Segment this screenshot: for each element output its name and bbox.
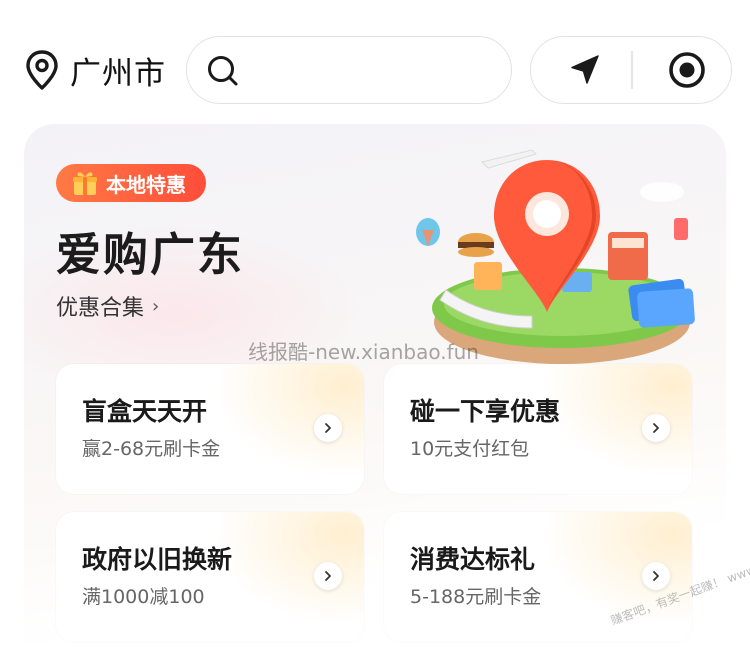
chevron-right-icon[interactable] [314,414,342,442]
card-trade-in[interactable]: 政府以旧换新 满1000减100 [56,512,364,642]
card-subtitle: 赢2-68元刷卡金 [82,438,221,460]
subtitle-label: 优惠合集 [56,296,145,321]
deals-collection-link[interactable]: 优惠合集 › [56,290,159,322]
card-subtitle: 满1000减100 [82,586,205,608]
pill-divider [631,51,633,89]
card-subtitle: 10元支付红包 [410,438,530,460]
watermark-text: 线报酷-new.xianbao.fun [248,340,479,364]
city-label: 广州市 [70,55,166,92]
navigation-arrow-icon [571,55,599,84]
card-subtitle: 5-188元刷卡金 [410,586,542,608]
target-icon [669,52,705,88]
map-pin-icon [26,50,58,90]
chevron-right-icon[interactable] [314,562,342,590]
search-bar[interactable] [186,36,512,104]
action-pill [530,36,732,104]
search-input[interactable] [249,51,489,91]
card-title: 盲盒天天开 [82,397,208,426]
search-icon [208,56,238,86]
target-button[interactable] [647,37,727,103]
promo-panel: 本地特惠 爱购广东 优惠合集 › 线报酷-new.xianbao.fun 盲盒天… [24,124,726,660]
card-spend-reward[interactable]: 消费达标礼 5-188元刷卡金 [384,512,692,642]
gift-icon [73,172,97,195]
card-tap-discount[interactable]: 碰一下享优惠 10元支付红包 [384,364,692,494]
top-bar: 广州市 [0,0,750,118]
chevron-right-icon: › [152,295,160,317]
chevron-right-icon[interactable] [642,562,670,590]
chevron-right-icon[interactable] [642,414,670,442]
promo-title: 爱购广东 [56,228,245,281]
card-title: 政府以旧换新 [82,545,233,574]
card-title: 消费达标礼 [410,545,536,574]
card-blind-box[interactable]: 盲盒天天开 赢2-68元刷卡金 [56,364,364,494]
card-title: 碰一下享优惠 [410,397,561,426]
navigate-button[interactable] [545,37,625,103]
location-selector[interactable]: 广州市 [24,48,166,92]
badge-label: 本地特惠 [106,172,186,197]
local-deals-badge: 本地特惠 [56,164,206,202]
